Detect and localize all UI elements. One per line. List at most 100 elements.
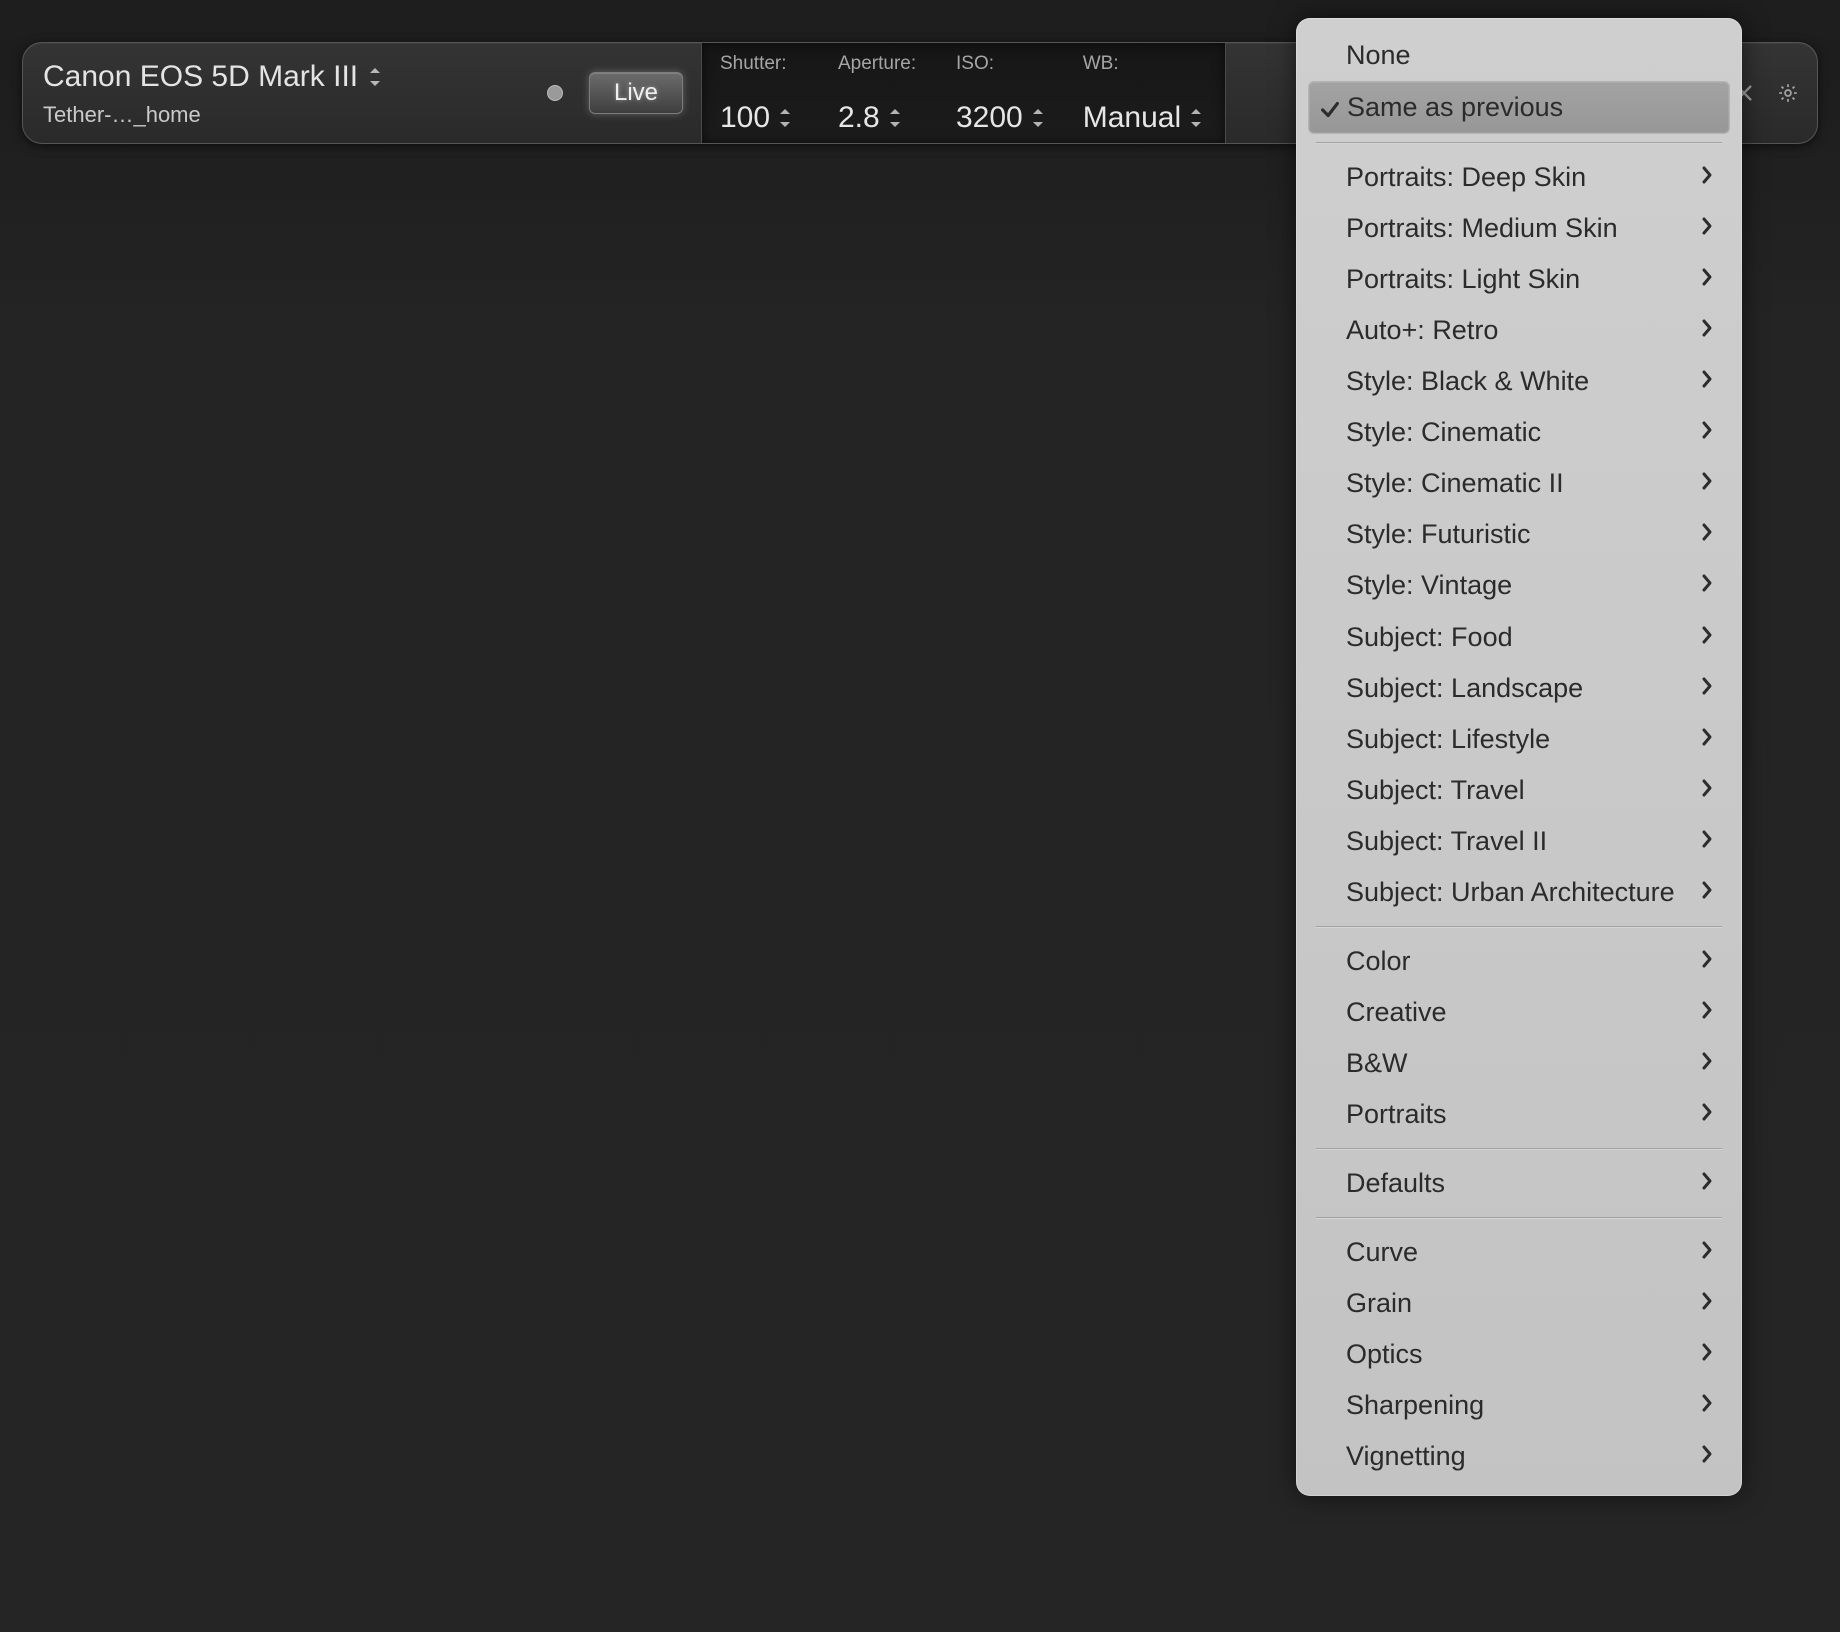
menu-label: Subject: Lifestyle (1346, 724, 1550, 755)
menu-label: Subject: Travel (1346, 775, 1525, 806)
menu-label: None (1346, 40, 1411, 71)
menu-label: Subject: Food (1346, 622, 1513, 653)
shutter-value: 100 (720, 101, 770, 135)
checkmark-icon (1319, 97, 1341, 119)
chevron-right-icon (1700, 366, 1714, 397)
menu-label: Portraits: Light Skin (1346, 264, 1580, 295)
wb-label: WB: (1083, 53, 1205, 75)
menu-separator (1316, 926, 1722, 928)
chevron-right-icon (1700, 673, 1714, 704)
chevron-right-icon (1700, 946, 1714, 977)
chevron-right-icon (1700, 417, 1714, 448)
menu-label: Sharpening (1346, 1390, 1484, 1421)
menu-label: Vignetting (1346, 1441, 1466, 1472)
menu-label: B&W (1346, 1048, 1408, 1079)
status-dot-icon (547, 85, 563, 101)
menu-label: Subject: Landscape (1346, 673, 1583, 704)
menu-label: Curve (1346, 1237, 1418, 1268)
menu-label: Style: Black & White (1346, 366, 1589, 397)
preset-item[interactable]: B&W (1296, 1038, 1742, 1089)
preset-group-4: Curve Grain Optics Sharpening Vignetting (1296, 1227, 1742, 1482)
chevron-right-icon (1700, 264, 1714, 295)
chevron-right-icon (1700, 570, 1714, 601)
up-down-icon (888, 107, 902, 129)
preset-item[interactable]: Auto+: Retro (1296, 305, 1742, 356)
preset-item[interactable]: Sharpening (1296, 1380, 1742, 1431)
menu-label: Subject: Urban Architecture (1346, 877, 1675, 908)
menu-label: Grain (1346, 1288, 1412, 1319)
chevron-right-icon (1700, 315, 1714, 346)
live-button[interactable]: Live (589, 72, 683, 114)
camera-name: Canon EOS 5D Mark III (43, 60, 358, 94)
chevron-right-icon (1700, 519, 1714, 550)
chevron-right-icon (1700, 877, 1714, 908)
menu-label: Subject: Travel II (1346, 826, 1547, 857)
menu-separator (1316, 1217, 1722, 1219)
shutter-label: Shutter: (720, 53, 800, 75)
chevron-right-icon (1700, 468, 1714, 499)
preset-item[interactable]: Portraits: Deep Skin (1296, 152, 1742, 203)
preset-item[interactable]: Style: Vintage (1296, 560, 1742, 611)
chevron-right-icon (1700, 997, 1714, 1028)
preset-item[interactable]: Subject: Lifestyle (1296, 714, 1742, 765)
menu-label: Style: Futuristic (1346, 519, 1531, 550)
preset-item[interactable]: Creative (1296, 987, 1742, 1038)
menu-label: Auto+: Retro (1346, 315, 1498, 346)
shutter-readout[interactable]: Shutter: 100 (702, 43, 820, 143)
up-down-icon (368, 66, 382, 88)
chevron-right-icon (1700, 775, 1714, 806)
menu-label: Same as previous (1347, 92, 1563, 123)
preset-group-3: Defaults (1296, 1158, 1742, 1209)
chevron-right-icon (1700, 724, 1714, 755)
preset-item[interactable]: Portraits: Light Skin (1296, 254, 1742, 305)
preset-item[interactable]: Style: Cinematic (1296, 407, 1742, 458)
preset-item[interactable]: Portraits: Medium Skin (1296, 203, 1742, 254)
preset-item[interactable]: Grain (1296, 1278, 1742, 1329)
menu-label: Style: Cinematic (1346, 417, 1541, 448)
preset-menu: None Same as previous Portraits: Deep Sk… (1296, 18, 1742, 1496)
preset-item[interactable]: Color (1296, 936, 1742, 987)
preset-item[interactable]: Style: Futuristic (1296, 509, 1742, 560)
chevron-right-icon (1700, 1168, 1714, 1199)
chevron-right-icon (1700, 1048, 1714, 1079)
iso-label: ISO: (956, 53, 1045, 75)
iso-value: 3200 (956, 101, 1023, 135)
preset-item[interactable]: Subject: Urban Architecture (1296, 867, 1742, 918)
chevron-right-icon (1700, 213, 1714, 244)
preset-same-as-previous[interactable]: Same as previous (1308, 81, 1730, 134)
preset-item[interactable]: Style: Black & White (1296, 356, 1742, 407)
aperture-label: Aperture: (838, 53, 918, 75)
preset-item[interactable]: Optics (1296, 1329, 1742, 1380)
aperture-readout[interactable]: Aperture: 2.8 (820, 43, 938, 143)
chevron-right-icon (1700, 1339, 1714, 1370)
up-down-icon (1189, 107, 1203, 129)
chevron-right-icon (1700, 162, 1714, 193)
aperture-value: 2.8 (838, 101, 880, 135)
chevron-right-icon (1700, 1237, 1714, 1268)
preset-item[interactable]: Subject: Food (1296, 612, 1742, 663)
menu-separator (1316, 1148, 1722, 1150)
chevron-right-icon (1700, 1390, 1714, 1421)
preset-item[interactable]: Subject: Landscape (1296, 663, 1742, 714)
preset-item[interactable]: Defaults (1296, 1158, 1742, 1209)
preset-group-1: Portraits: Deep SkinPortraits: Medium Sk… (1296, 152, 1742, 918)
chevron-right-icon (1700, 1099, 1714, 1130)
up-down-icon (778, 107, 792, 129)
menu-label: Creative (1346, 997, 1447, 1028)
chevron-right-icon (1700, 622, 1714, 653)
camera-block: Canon EOS 5D Mark III Tether-…_home Live (23, 43, 701, 143)
settings-button[interactable] (1775, 80, 1801, 106)
preset-item[interactable]: Style: Cinematic II (1296, 458, 1742, 509)
preset-item[interactable]: Subject: Travel (1296, 765, 1742, 816)
preset-none[interactable]: None (1296, 30, 1742, 81)
exposure-readouts: Shutter: 100 Aperture: 2.8 ISO: 3200 WB:… (701, 43, 1226, 143)
preset-item[interactable]: Vignetting (1296, 1431, 1742, 1482)
preset-item[interactable]: Curve (1296, 1227, 1742, 1278)
iso-readout[interactable]: ISO: 3200 (938, 43, 1065, 143)
menu-label: Defaults (1346, 1168, 1445, 1199)
wb-readout[interactable]: WB: Manual (1065, 43, 1225, 143)
up-down-icon (1031, 107, 1045, 129)
menu-label: Optics (1346, 1339, 1423, 1370)
preset-item[interactable]: Subject: Travel II (1296, 816, 1742, 867)
preset-item[interactable]: Portraits (1296, 1089, 1742, 1140)
